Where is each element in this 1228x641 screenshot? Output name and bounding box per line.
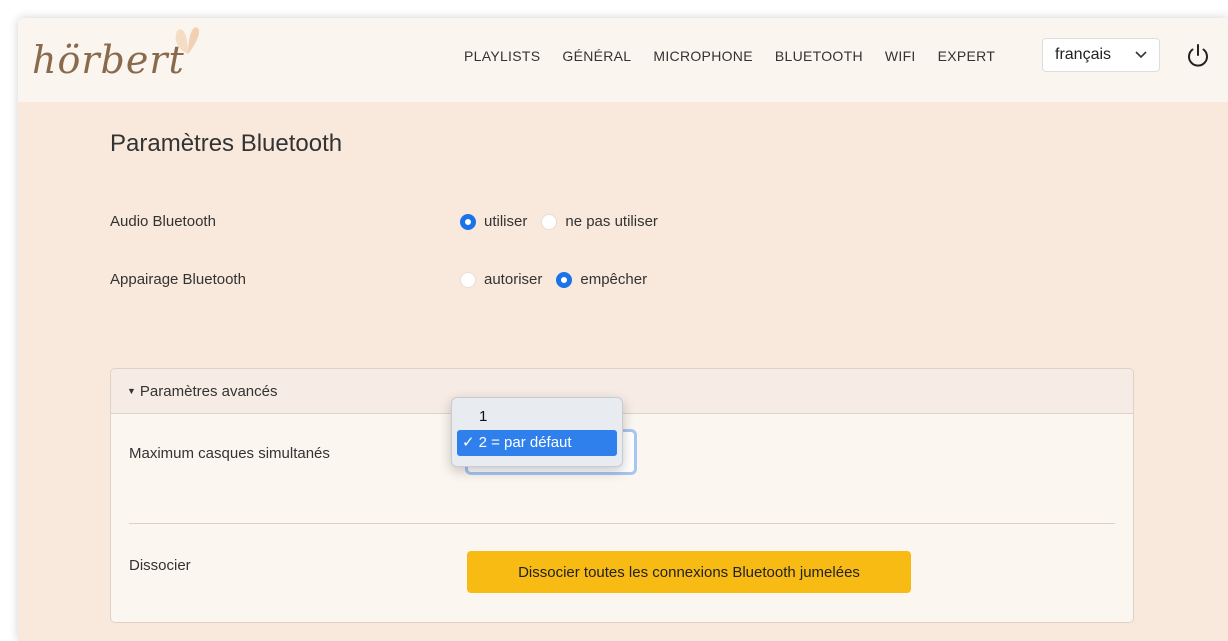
power-icon[interactable] [1184,42,1212,70]
audio-bluetooth-radio-group: utiliser ne pas utiliser [460,213,672,230]
max-headsets-dropdown: 1 ✓ 2 = par défaut [451,397,623,467]
pairing-bluetooth-radio-group: autoriser empêcher [460,271,661,288]
pairing-allow-label[interactable]: autoriser [484,271,542,288]
audio-dont-use-radio[interactable] [541,213,558,230]
pairing-allow-radio[interactable] [460,271,476,288]
nav-bluetooth[interactable]: BLUETOOTH [775,48,863,64]
audio-dont-use-label[interactable]: ne pas utiliser [565,213,658,230]
max-headsets-label: Maximum casques simultanés [129,445,330,462]
audio-use-radio[interactable] [460,213,476,230]
caret-down-icon: ▼ [127,386,136,396]
pairing-prevent-label[interactable]: empêcher [580,271,647,288]
butterfly-icon [175,27,200,54]
navbar: hörbert PLAYLISTS GÉNÉRAL MICROPHONE BLU… [18,18,1228,102]
advanced-settings-title: Paramètres avancés [139,382,278,400]
language-select[interactable]: français [1042,38,1160,72]
nav-expert[interactable]: EXPERT [938,48,996,64]
nav-playlists[interactable]: PLAYLISTS [464,48,540,64]
max-headsets-option-2[interactable]: ✓ 2 = par défaut [457,430,617,456]
nav-wifi[interactable]: WIFI [885,48,916,64]
language-value: français [1055,46,1112,63]
section-divider [129,523,1115,524]
brand-logo[interactable]: hörbert [32,38,185,82]
audio-use-label[interactable]: utiliser [484,213,527,230]
nav-microphone[interactable]: MICROPHONE [653,48,752,64]
pairing-prevent-radio[interactable] [556,271,573,288]
advanced-settings-panel: ▼ Paramètres avancés Maximum casques sim… [110,368,1134,623]
checkmark-icon: ✓ [462,434,475,451]
page-title: Paramètres Bluetooth [110,130,343,157]
main-nav: PLAYLISTS GÉNÉRAL MICROPHONE BLUETOOTH W… [464,48,1017,64]
unpair-all-button[interactable]: Dissocier toutes les connexions Bluetoot… [467,551,911,593]
audio-bluetooth-label: Audio Bluetooth [110,213,216,230]
unpair-label: Dissocier [129,557,191,574]
app-window: hörbert PLAYLISTS GÉNÉRAL MICROPHONE BLU… [18,18,1228,641]
max-headsets-option-1[interactable]: 1 [457,404,617,430]
pairing-bluetooth-label: Appairage Bluetooth [110,271,246,288]
chevron-down-icon [1135,51,1147,59]
nav-general[interactable]: GÉNÉRAL [562,48,631,64]
max-headsets-option-2-label: 2 = par défaut [478,434,572,451]
